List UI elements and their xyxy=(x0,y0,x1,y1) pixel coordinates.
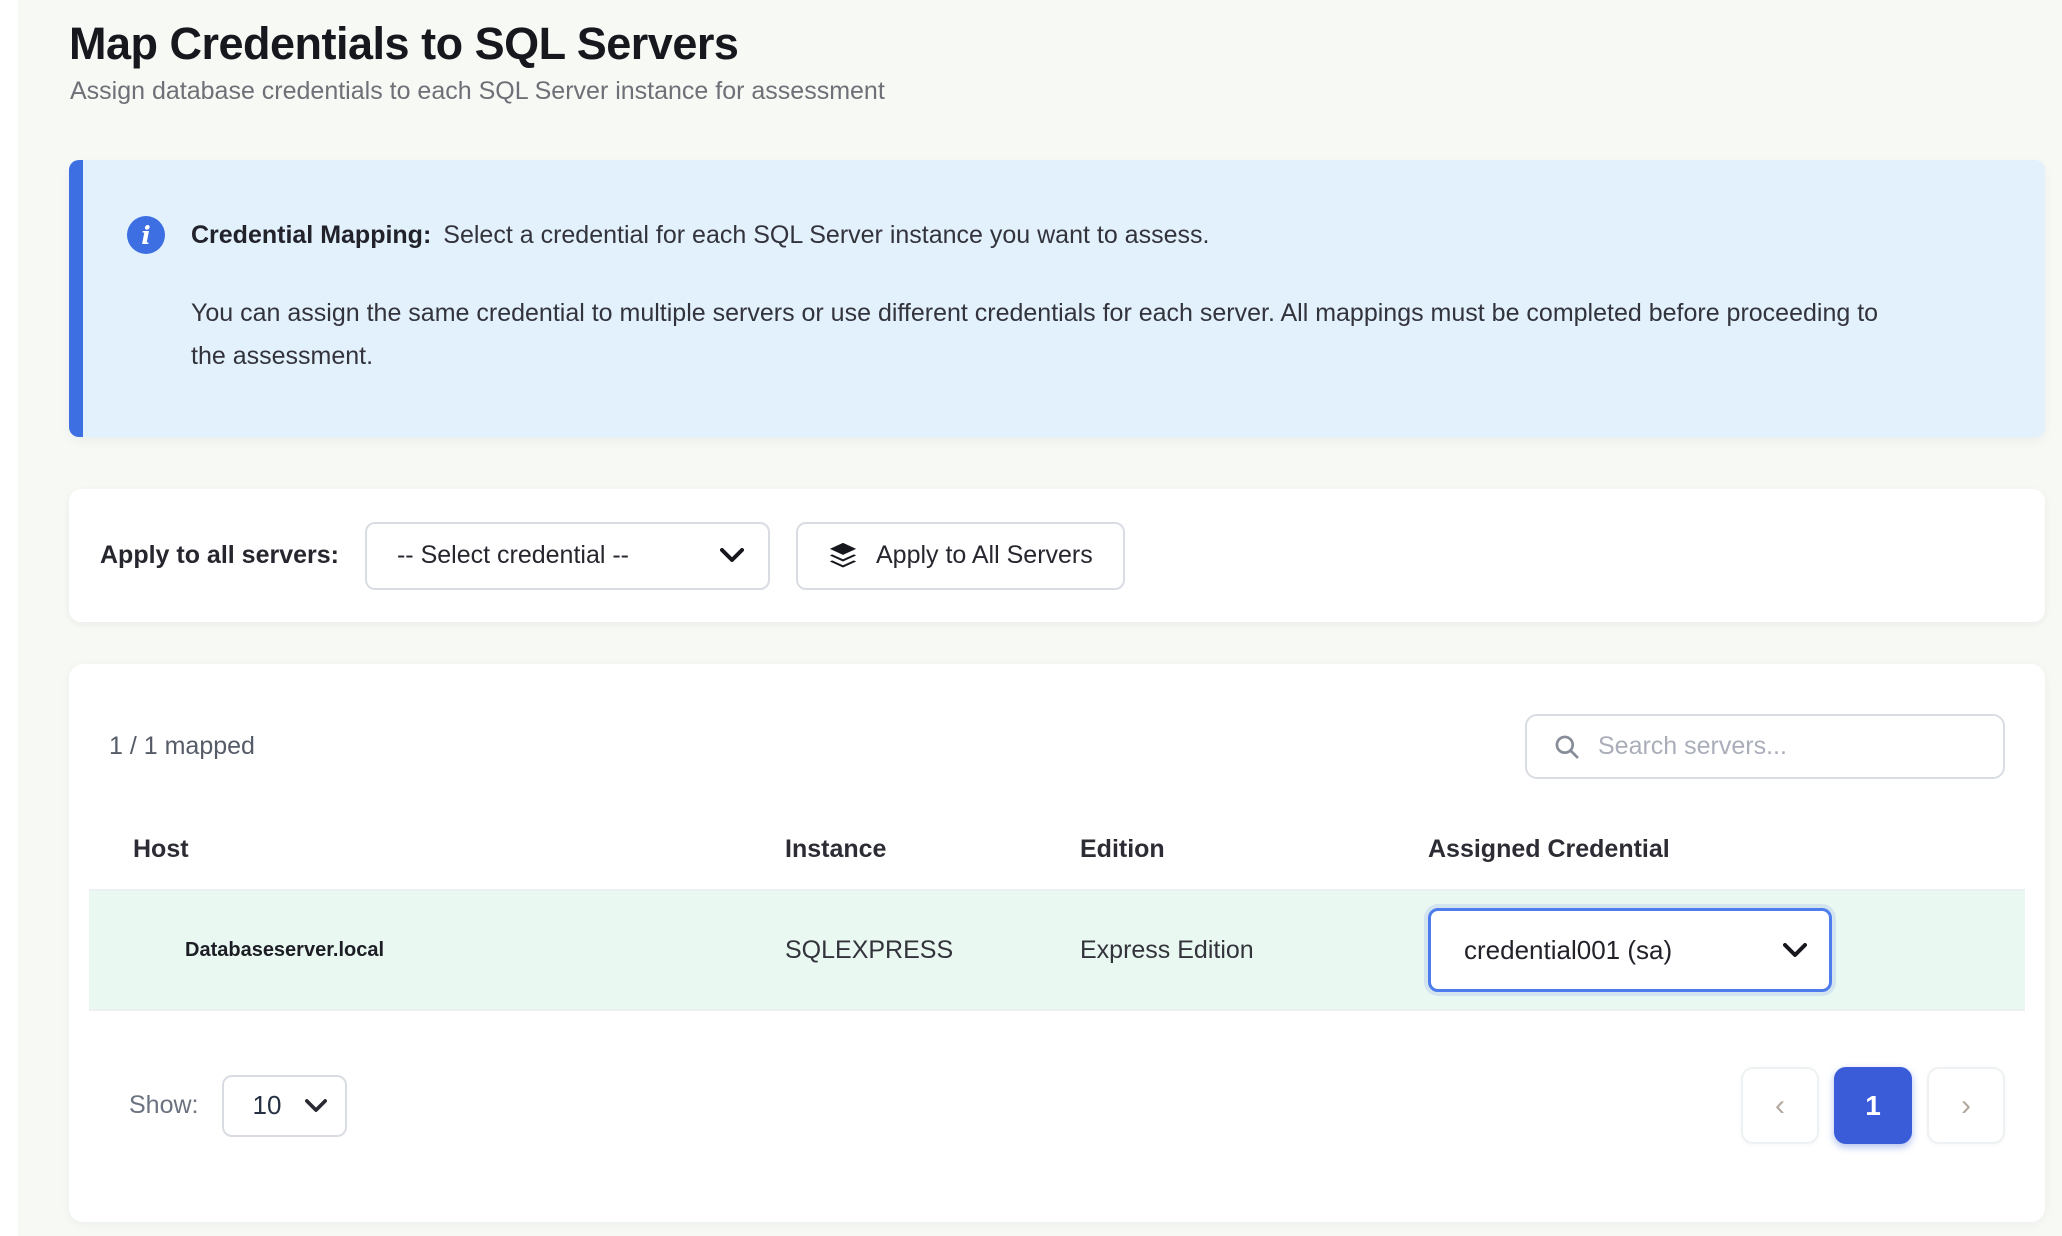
mapped-count: 1 / 1 mapped xyxy=(109,732,255,761)
chevron-down-icon xyxy=(720,548,744,563)
chevron-down-icon xyxy=(305,1099,327,1113)
info-banner: i Credential Mapping: Select a credential… xyxy=(69,160,2045,437)
cell-host: Databaseserver.local xyxy=(89,939,785,962)
apply-credential-select[interactable]: -- Select credential -- xyxy=(365,522,770,590)
table-header-row: Host Instance Edition Assigned Credentia… xyxy=(89,809,2025,889)
apply-to-all-bar: Apply to all servers: -- Select credenti… xyxy=(69,489,2045,622)
credential-mapping-page: Map Credentials to SQL Servers Assign da… xyxy=(69,16,2045,1222)
info-banner-heading: Credential Mapping: Select a credential f… xyxy=(191,221,1209,250)
show-label: Show: xyxy=(129,1091,198,1120)
current-page-number: 1 xyxy=(1865,1090,1881,1122)
assigned-credential-select[interactable]: credential001 (sa) xyxy=(1428,908,1832,992)
layers-icon xyxy=(828,541,858,571)
apply-to-all-label: Apply to all servers: xyxy=(100,541,339,570)
servers-panel-toolbar: 1 / 1 mapped xyxy=(109,714,2005,779)
page-title: Map Credentials to SQL Servers xyxy=(69,16,2045,71)
next-page-button[interactable]: › xyxy=(1927,1067,2005,1144)
cell-edition: Express Edition xyxy=(1080,936,1428,965)
previous-page-button[interactable]: ‹ xyxy=(1741,1067,1819,1144)
table-row: Databaseserver.local SQLEXPRESS Express … xyxy=(89,889,2025,1011)
chevron-down-icon xyxy=(1783,943,1807,958)
page-subtitle: Assign database credentials to each SQL … xyxy=(70,77,2045,106)
column-header-assigned-credential: Assigned Credential xyxy=(1428,835,2025,864)
column-header-instance: Instance xyxy=(785,835,1080,864)
page-size-group: Show: 10 xyxy=(129,1075,347,1137)
column-header-host: Host xyxy=(89,835,785,864)
apply-to-all-button[interactable]: Apply to All Servers xyxy=(796,522,1125,590)
page-size-value: 10 xyxy=(252,1090,281,1121)
search-input[interactable] xyxy=(1596,731,1983,762)
table-footer: Show: 10 ‹ 1 › xyxy=(109,1067,2005,1144)
info-icon: i xyxy=(127,216,165,254)
cell-instance: SQLEXPRESS xyxy=(785,936,1080,965)
apply-to-all-button-label: Apply to All Servers xyxy=(876,541,1093,570)
cell-assigned-credential: credential001 (sa) xyxy=(1428,908,2025,992)
apply-credential-select-value: -- Select credential -- xyxy=(397,541,629,570)
search-icon xyxy=(1553,733,1580,760)
column-header-edition: Edition xyxy=(1080,835,1428,864)
chevron-right-icon: › xyxy=(1961,1089,1971,1123)
search-box xyxy=(1525,714,2005,779)
page-size-select[interactable]: 10 xyxy=(222,1075,347,1137)
current-page-button[interactable]: 1 xyxy=(1834,1067,1912,1144)
info-banner-heading-text: Select a credential for each SQL Server … xyxy=(443,221,1209,249)
info-banner-body: You can assign the same credential to mu… xyxy=(191,292,1916,378)
info-banner-heading-row: i Credential Mapping: Select a credential… xyxy=(127,216,1985,254)
info-banner-heading-label: Credential Mapping: xyxy=(191,221,431,249)
assigned-credential-select-value: credential001 (sa) xyxy=(1464,935,1672,966)
pagination: ‹ 1 › xyxy=(1741,1067,2005,1144)
chevron-left-icon: ‹ xyxy=(1775,1089,1785,1123)
servers-panel: 1 / 1 mapped Host Instance Edition Assig… xyxy=(69,664,2045,1222)
